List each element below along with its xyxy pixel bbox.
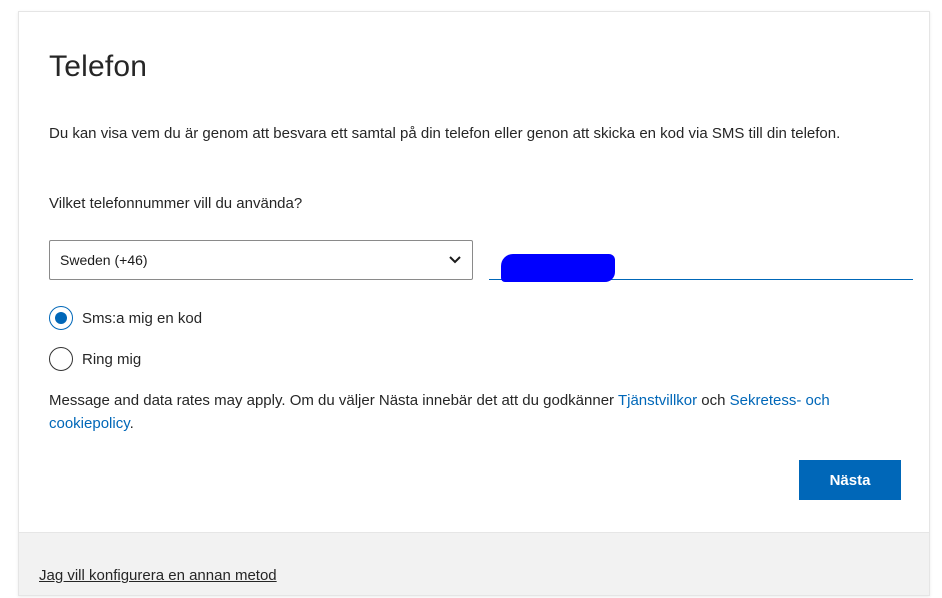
terms-link[interactable]: Tjänstvillkor (618, 392, 697, 409)
radio-call-label: Ring mig (82, 350, 142, 368)
phone-question-label: Vilket telefonnummer vill du använda? (49, 195, 303, 212)
page-title: Telefon (49, 50, 148, 83)
radio-sms-button[interactable] (49, 306, 73, 330)
radio-call-option[interactable]: Ring mig (49, 347, 141, 371)
radio-sms-label: Sms:a mig en kod (82, 309, 203, 327)
legal-text: Message and data rates may apply. Om du … (49, 389, 909, 435)
card-footer: Jag vill konfigurera en annan metod (19, 532, 929, 595)
country-code-select[interactable]: Sweden (+46) (49, 240, 473, 280)
redaction-mark (501, 254, 615, 282)
radio-sms-option[interactable]: Sms:a mig en kod (49, 306, 202, 330)
country-code-value: Sweden (+46) (60, 252, 148, 268)
next-button[interactable]: Nästa (799, 460, 901, 500)
legal-text-start: Message and data rates may apply. Om du … (49, 392, 618, 409)
legal-text-middle: och (697, 392, 730, 409)
auth-card: Telefon Du kan visa vem du är genom att … (18, 11, 930, 596)
chevron-down-icon (448, 253, 462, 267)
legal-text-end: . (129, 415, 134, 432)
description-text: Du kan visa vem du är genom att besvara … (49, 125, 841, 142)
alternate-method-link[interactable]: Jag vill konfigurera en annan metod (39, 567, 277, 584)
radio-call-button[interactable] (49, 347, 73, 371)
